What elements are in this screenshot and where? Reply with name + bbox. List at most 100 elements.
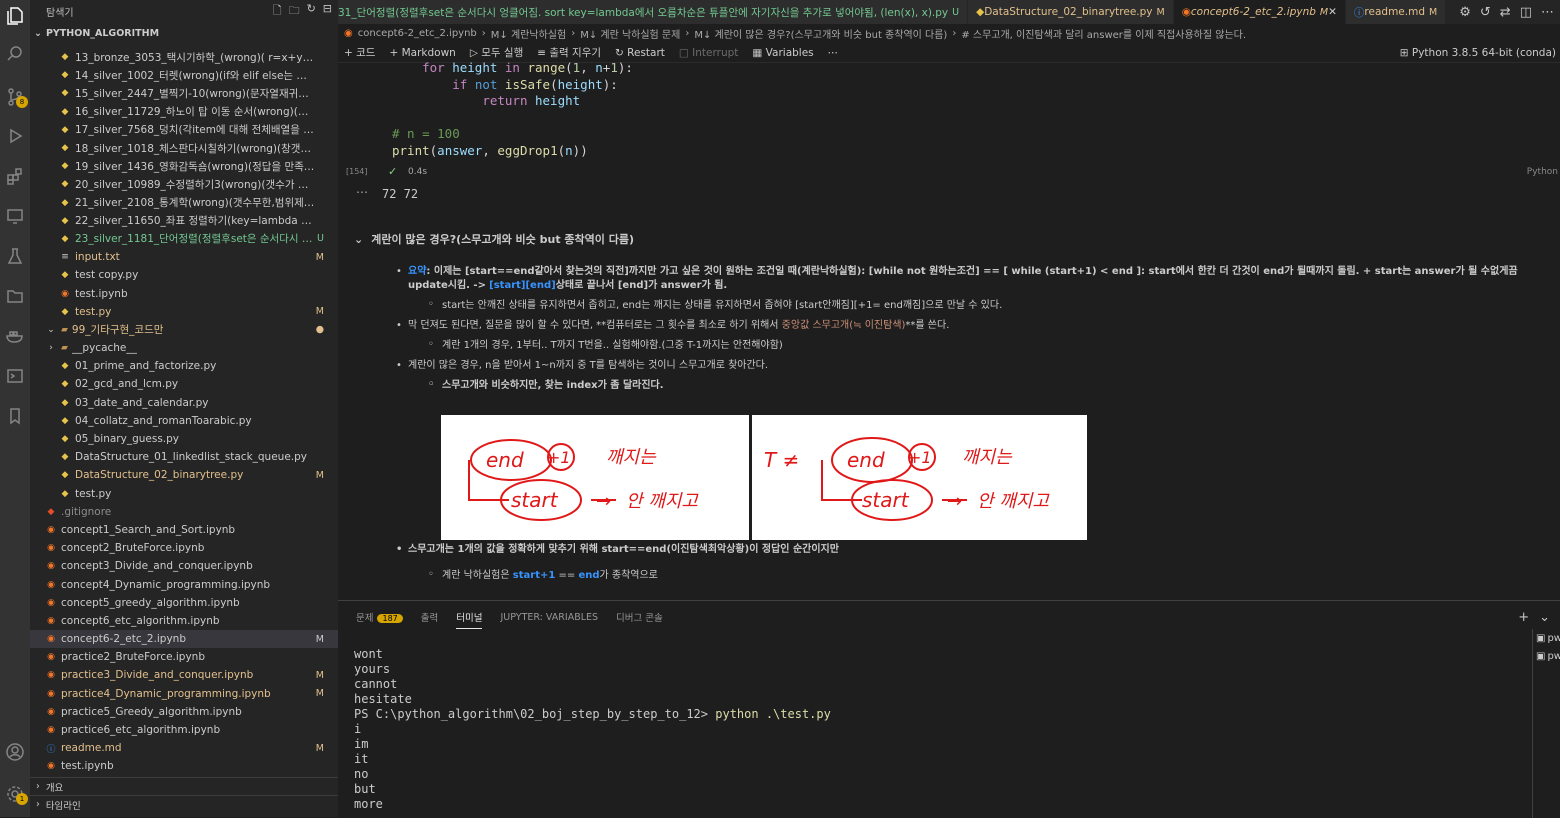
output-more-icon[interactable]: ⋯ [356, 185, 368, 199]
run-all-button[interactable]: ▷ 모두 실행 [470, 45, 523, 60]
breadcrumb-item[interactable]: M↓ 계란이 많은 경우?(스무고개와 비슷 but 종착역이 다름) [694, 26, 947, 41]
editor-tab[interactable]: ◆ DataStructure_02_binarytree.py M [968, 0, 1174, 24]
source-control-icon[interactable]: 8 [3, 85, 28, 109]
panel-tab[interactable]: 디버그 콘솔 [616, 610, 663, 624]
tree-item[interactable]: ◉ practice5_Greedy_algorithm.ipynb [30, 703, 338, 721]
compare-icon[interactable]: ⚙ [1459, 5, 1471, 20]
tree-item[interactable]: ≡ input.txt M [30, 248, 338, 266]
tree-item[interactable]: ◆ 15_silver_2447_별찍기-10(wrong)(문자열재귀는 1차원… [30, 84, 338, 102]
tree-item[interactable]: ◉ concept6-2_etc_2.ipynb M [30, 630, 338, 649]
outline-section[interactable]: › 개요 [30, 777, 338, 795]
bookmark-icon[interactable] [3, 404, 27, 428]
settings-gear-icon[interactable]: 1 [3, 782, 28, 806]
testing-icon[interactable] [3, 244, 27, 268]
tree-item[interactable]: ◆ 23_silver_1181_단어정렬(정렬후set은 순서다시 엉클어짐) U [30, 230, 338, 248]
tree-item[interactable]: ◉ concept1_Search_and_Sort.ipynb [30, 521, 338, 539]
kernel-picker[interactable]: ⊞ Python 3.8.5 64-bit (conda) [1400, 47, 1556, 59]
tree-item[interactable]: ⓘ readme.md M [30, 739, 338, 757]
new-folder-icon[interactable]: 🗀 [289, 2, 300, 21]
editor-tab[interactable]: ⓘ readme.md M [1345, 0, 1447, 24]
tree-item[interactable]: ◆ 01_prime_and_factorize.py [30, 357, 338, 375]
chevron-down-icon[interactable]: ⌄ [354, 233, 363, 247]
breadcrumb-item[interactable]: M↓ 계란낙하실험 [491, 26, 566, 41]
tree-item[interactable]: ◆ DataStructure_02_binarytree.py M [30, 466, 338, 484]
add-markdown-cell-button[interactable]: + Markdown [389, 47, 455, 59]
breadcrumb-item[interactable]: concept6-2_etc_2.ipynb [358, 28, 477, 39]
panel-tab[interactable]: 문제 187 [356, 610, 403, 624]
refresh-icon[interactable]: ↻ [307, 2, 316, 21]
new-terminal-icon[interactable]: + [1518, 610, 1529, 625]
variables-button[interactable]: ▦ Variables [752, 47, 813, 59]
close-icon[interactable]: ✕ [1328, 6, 1337, 18]
breadcrumb-item[interactable]: # 스무고개, 이진탐색과 달리 answer를 이제 직접사용하질 않는다. [961, 26, 1246, 41]
files-icon[interactable] [3, 4, 27, 28]
tree-item[interactable]: ◆ test.py M [30, 303, 338, 321]
tree-item[interactable]: ◆ 19_silver_1436_영화감독숌(wrong)(정답을 만족하는 경우… [30, 157, 338, 175]
panel-tab[interactable]: 출력 [421, 610, 438, 624]
tree-item[interactable]: ◆ 05_binary_guess.py [30, 430, 338, 448]
clear-outputs-button[interactable]: ≡ 출력 지우기 [537, 45, 601, 60]
split-icon[interactable]: ◫ [1520, 5, 1532, 20]
tree-item[interactable]: ◉ test.ipynb [30, 757, 338, 775]
toolbar-more-button[interactable]: ⋯ [828, 47, 839, 59]
run-debug-icon[interactable] [3, 124, 27, 148]
tree-item[interactable]: › ▰ __pycache__ [30, 339, 338, 357]
markdown-heading[interactable]: ⌄ 계란이 많은 경우?(스무고개와 비슷 but 종착역이 다름) [354, 233, 1559, 247]
interrupt-button[interactable]: □ Interrupt [679, 47, 738, 59]
panel-tab[interactable]: 터미널 [456, 610, 483, 629]
tree-item[interactable]: ◉ concept2_BruteForce.ipynb [30, 539, 338, 557]
new-file-icon[interactable]: 🗋 [273, 2, 282, 21]
collapse-all-icon[interactable]: ⊟ [323, 2, 332, 21]
docker-icon[interactable] [3, 324, 27, 348]
tree-item[interactable]: ◉ practice4_Dynamic_programming.ipynb M [30, 685, 338, 703]
editor-tab[interactable]: 31_단어정렬(정렬후set은 순서다시 엉클어짐. sort key=lamb… [338, 0, 969, 24]
remote-explorer-icon[interactable] [3, 204, 27, 228]
more-actions-icon[interactable]: ⋯ [1541, 5, 1554, 20]
tree-item[interactable]: ◉ practice2_BruteForce.ipynb [30, 648, 338, 666]
account-icon[interactable] [3, 740, 27, 764]
restart-button[interactable]: ↻ Restart [615, 47, 665, 59]
tree-item[interactable]: ◆ 17_silver_7568_덩치(각item에 대해 전체배열을 돌려야) [30, 121, 338, 139]
tree-item[interactable]: ◆ 18_silver_1018_체스판다시칠하기(wrong)(창갯수구하기) [30, 139, 338, 157]
editor-tab[interactable]: ◉ concept6-2_etc_2.ipynb M ✕ [1173, 0, 1346, 24]
folder-icon[interactable] [3, 284, 27, 308]
add-code-cell-button[interactable]: + 코드 [344, 45, 375, 60]
tree-item[interactable]: ◆ .gitignore [30, 503, 338, 521]
tree-item[interactable]: ◆ 14_silver_1002_터렛(wrong)(if와 elif else는… [30, 66, 338, 84]
terminal-instance[interactable]: ▣ pw [1533, 629, 1560, 647]
tree-item[interactable]: ◆ 21_silver_2108_통계학(wrong)(갯수무한,범위제한,카운트… [30, 194, 338, 212]
tree-item[interactable]: ◉ concept6_etc_algorithm.ipynb [30, 612, 338, 630]
chevron-down-icon[interactable]: ⌄ [1539, 610, 1550, 625]
tree-item[interactable]: ◆ 16_silver_11729_하노이 탑 이동 순서(wrong)(재귀의 … [30, 103, 338, 121]
panel-tab[interactable]: JUPYTER: VARIABLES [500, 612, 598, 623]
tree-item[interactable]: ◆ 20_silver_10989_수정렬하기3(wrong)(갯수가 많아 메모… [30, 175, 338, 193]
breadcrumb-item[interactable]: M↓ 계란 낙하실험 문제 [580, 26, 680, 41]
tree-item[interactable]: ◉ concept3_Divide_and_conquer.ipynb [30, 557, 338, 575]
tree-item[interactable]: ◆ DataStructure_01_linkedlist_stack_queue… [30, 448, 338, 466]
workspace-section-header[interactable]: ⌄ PYTHON_ALGORITHM [30, 22, 338, 44]
code-cell-source[interactable]: for height in range(1, n+1): if not isSa… [392, 60, 633, 159]
terminal-output[interactable]: wont yours cannot hesitate PS C:\python_algo… [354, 647, 831, 812]
tree-item[interactable]: ◆ 13_bronze_3053_택시기하학_(wrong)( r=x+y).py [30, 48, 338, 66]
tree-item[interactable]: ◆ 02_gcd_and_lcm.py [30, 375, 338, 393]
cell-language[interactable]: Python [1527, 167, 1558, 177]
tree-item[interactable]: ◉ concept4_Dynamic_programming.ipynb [30, 575, 338, 593]
tree-item[interactable]: ◉ test.ipynb [30, 284, 338, 302]
tree-item[interactable]: ◆ test.py [30, 485, 338, 503]
tree-item[interactable]: ◆ test copy.py [30, 266, 338, 284]
tree-item[interactable]: ◆ 03_date_and_calendar.py [30, 394, 338, 412]
tree-item[interactable]: ◉ practice6_etc_algorithm.ipynb [30, 721, 338, 739]
markdown-cell[interactable]: ⌄ 계란이 많은 경우?(스무고개와 비슷 but 종착역이 다름) 요약: 이제… [354, 233, 1559, 399]
tree-item[interactable]: ◆ 04_collatz_and_romanToarabic.py [30, 412, 338, 430]
history-icon[interactable]: ↺ [1480, 5, 1491, 20]
tree-item[interactable]: ◉ concept5_greedy_algorithm.ipynb [30, 594, 338, 612]
extensions-icon[interactable] [3, 164, 27, 188]
timeline-section[interactable]: › 타임라인 [30, 795, 338, 813]
split-editor-icon[interactable]: ⇄ [1500, 5, 1511, 20]
search-icon[interactable] [3, 42, 27, 66]
terminal-icon[interactable] [3, 364, 27, 388]
tree-item[interactable]: ⌄ ▰ 99_기타구현_코드만 ● [30, 321, 338, 339]
terminal-instance[interactable]: ▣ pw [1533, 647, 1560, 665]
tree-item[interactable]: ◆ 22_silver_11650_좌표 정렬하기(key=lambda x에 튜… [30, 212, 338, 230]
tree-item[interactable]: ◉ practice3_Divide_and_conquer.ipynb M [30, 666, 338, 684]
